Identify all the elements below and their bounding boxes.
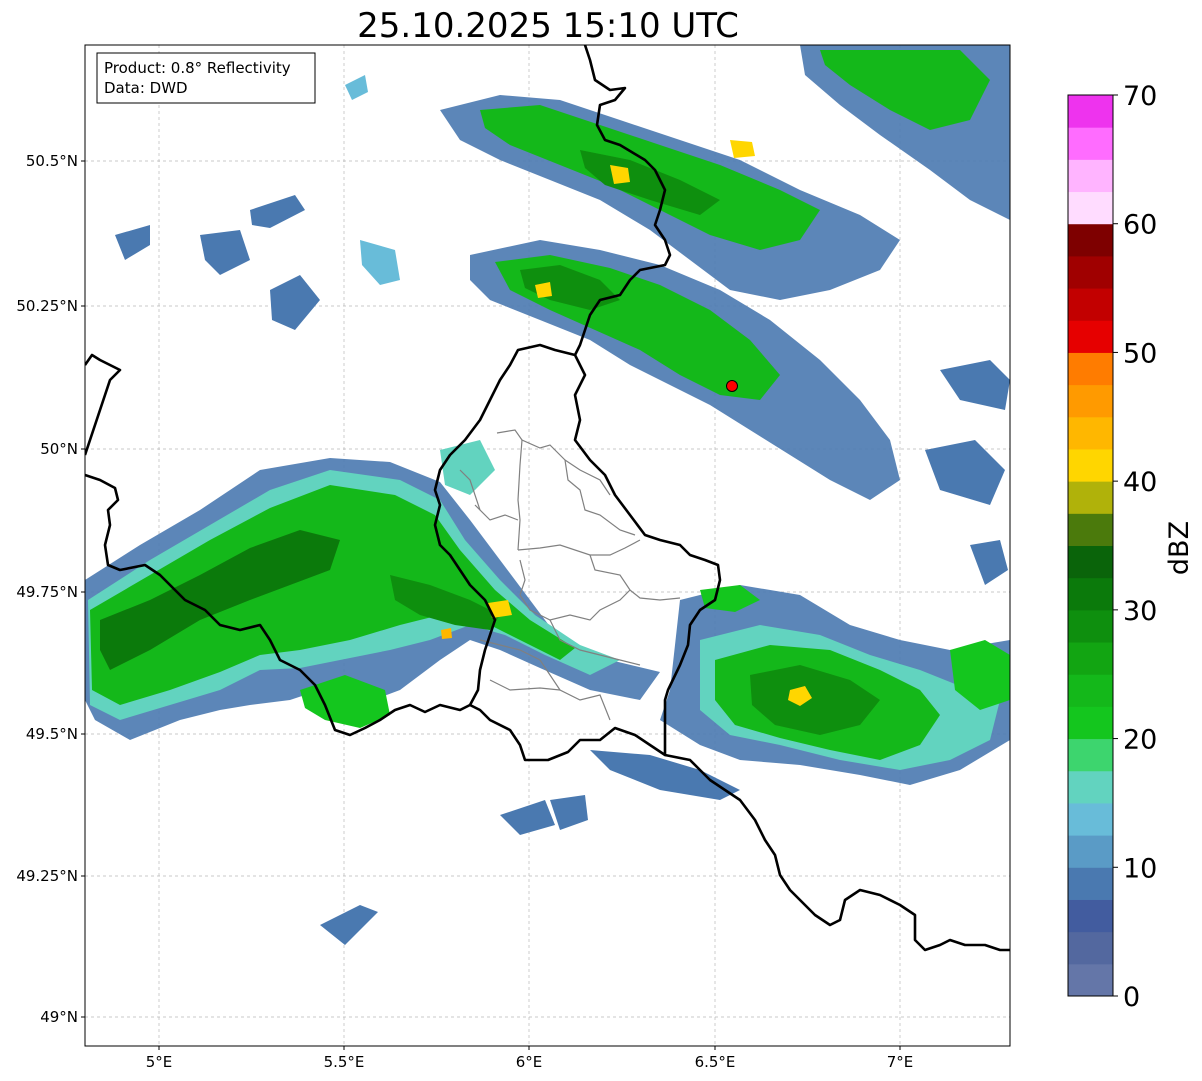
colorbar-segment [1068,223,1113,257]
colorbar-segment [1068,352,1113,386]
colorbar-tick-label: 20 [1123,725,1157,756]
colorbar-segment [1068,577,1113,611]
colorbar-segment [1068,159,1113,193]
x-tick-label: 5.5°E [324,1053,365,1071]
x-tick-label: 6°E [516,1053,543,1071]
colorbar-segment [1068,288,1113,321]
echo-north-yellow2 [730,140,755,158]
info-product: Product: 0.8° Reflectivity [104,59,291,77]
colorbar-segment [1068,191,1113,225]
y-tick-label: 49.75°N [16,583,78,601]
colorbar-segment [1068,706,1113,740]
colorbar-tick-label: 30 [1123,596,1157,627]
colorbar-segment [1068,674,1113,707]
y-tick-label: 49.5°N [26,725,78,743]
colorbar-segment [1068,448,1113,482]
colorbar-segment [1068,770,1113,804]
colorbar-tick-label: 50 [1123,338,1157,369]
y-tick-label: 49°N [40,1008,78,1026]
colorbar-segment [1068,835,1113,868]
radar-site-marker [726,380,738,392]
colorbar-segment [1068,416,1113,450]
colorbar-segment [1068,867,1113,900]
colorbar-segment [1068,320,1113,353]
colorbar-segment [1068,481,1113,514]
colorbar-segment [1068,127,1113,160]
map-panel: Product: 0.8° Reflectivity Data: DWD 5°E… [16,44,1011,1071]
x-tick-label: 5°E [146,1053,173,1071]
radar-figure: 25.10.2025 15:10 UTC Product: 0.8° Refle… [16,6,1195,1071]
colorbar-segment [1068,384,1113,418]
x-tick-label: 7°E [887,1053,914,1071]
colorbar-segment [1068,802,1113,836]
y-tick-label: 50°N [40,440,78,458]
y-axis: 49°N 49.25°N 49.5°N 49.75°N 50°N 50.25°N… [16,152,85,1026]
colorbar-segment [1068,963,1113,997]
x-tick-label: 6.5°E [695,1053,736,1071]
colorbar: 0 10 20 30 40 50 60 70 dBZ [1067,81,1195,1013]
colorbar-segment [1068,931,1113,965]
info-box: Product: 0.8° Reflectivity Data: DWD [96,52,316,104]
colorbar-segment [1068,642,1113,675]
y-tick-label: 49.25°N [16,867,78,885]
colorbar-tick-label: 40 [1123,467,1157,498]
colorbar-segment [1068,95,1113,128]
colorbar-tick-label: 0 [1123,982,1140,1013]
info-data-source: Data: DWD [104,79,188,97]
colorbar-tick-label: 10 [1123,853,1157,884]
colorbar-segment [1068,255,1113,289]
colorbar-segment [1068,899,1113,933]
colorbar-tick-label: 70 [1123,81,1157,112]
colorbar-segments [1068,95,1113,997]
y-tick-label: 50.5°N [26,152,78,170]
colorbar-tick-label: 60 [1123,210,1157,241]
colorbar-segment [1068,545,1113,579]
colorbar-unit-label: dBZ [1164,521,1195,575]
y-tick-label: 50.25°N [16,297,78,315]
x-axis: 5°E 5.5°E 6°E 6.5°E 7°E [146,1046,914,1071]
colorbar-segment [1068,609,1113,643]
colorbar-segment [1068,738,1113,772]
colorbar-ticks: 0 10 20 30 40 50 60 70 [1113,81,1157,1013]
colorbar-segment [1068,513,1113,546]
map-title: 25.10.2025 15:10 UTC [357,6,739,46]
